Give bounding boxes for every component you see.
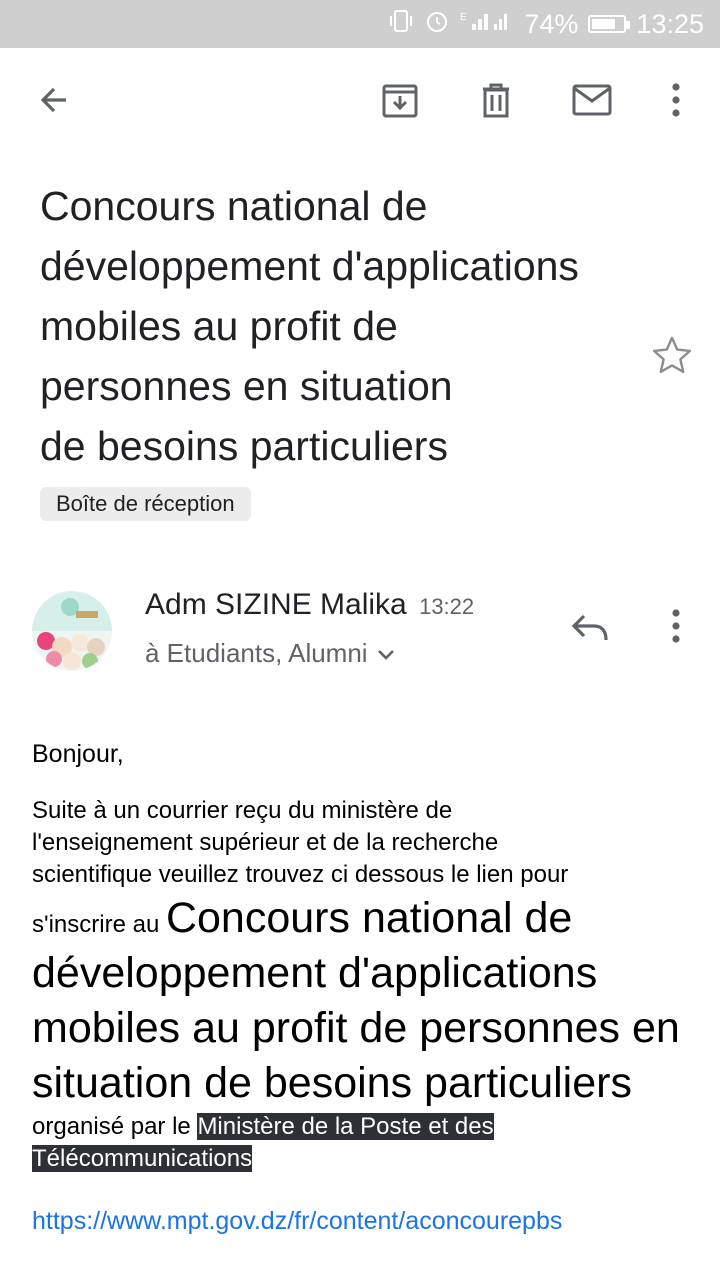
avatar[interactable] [32,591,112,671]
contest-link[interactable]: https://www.mpt.gov.dz/fr/content/aconco… [32,1207,692,1236]
message-time: 13:22 [419,594,475,619]
message-more-button[interactable] [652,608,700,656]
archive-button[interactable] [376,78,424,126]
delete-icon [479,81,513,124]
body-line: scientifique veuillez trouvez ci dessous… [32,861,569,888]
email-subject: Concours national de développement d'app… [40,176,640,476]
battery-icon [588,15,631,33]
recipients-toggle[interactable]: à Etudiants, Alumni [145,638,396,669]
body-line: l'enseignement supérieur et de la recher… [32,829,499,856]
more-vert-icon [652,609,682,648]
subject-line: mobiles au profit de [40,303,398,349]
battery-percent: 74% [524,8,579,39]
mail-icon [571,83,613,122]
vibrate-icon [388,8,414,41]
chevron-down-icon [376,638,396,669]
greeting: Bonjour, [32,740,124,768]
status-bar: E 74% 13:25 [0,0,720,48]
inbox-label-chip[interactable]: Boîte de réception [40,487,251,521]
subject-line: développement d'applications [40,243,579,289]
alarm-icon [424,8,450,41]
recipients-text: à Etudiants, Alumni [145,638,368,668]
mark-unread-button[interactable] [568,78,616,126]
sender-name: Adm SIZINE Malika [145,588,407,621]
subject-line: de besoins particuliers [40,423,448,469]
body-line: Suite à un courrier reçu du ministère de [32,797,453,824]
inscribe-text: s'inscrire au [32,911,166,938]
organised-text: organisé par le [32,1113,198,1140]
back-button[interactable] [30,78,78,126]
message-body: Bonjour, Suite à un courrier reçu du min… [32,740,692,1236]
star-icon [650,336,694,382]
svg-text:E: E [460,12,467,23]
toolbar [0,48,720,160]
subject-line: personnes en situation [40,363,453,409]
sender-line: Adm SIZINE Malika 13:22 [145,588,474,622]
reply-icon [568,614,612,652]
delete-button[interactable] [472,78,520,126]
more-options-button[interactable] [652,78,700,126]
status-time: 13:25 [636,8,704,39]
subject-line: Concours national de [40,183,428,229]
more-vert-icon [670,82,682,123]
body-paragraph: Suite à un courrier reçu du ministère de… [32,795,692,1175]
archive-icon [381,81,419,124]
star-button[interactable] [650,334,694,378]
back-icon [36,82,72,123]
signal-icon: E [460,8,514,41]
reply-button[interactable] [568,608,616,656]
